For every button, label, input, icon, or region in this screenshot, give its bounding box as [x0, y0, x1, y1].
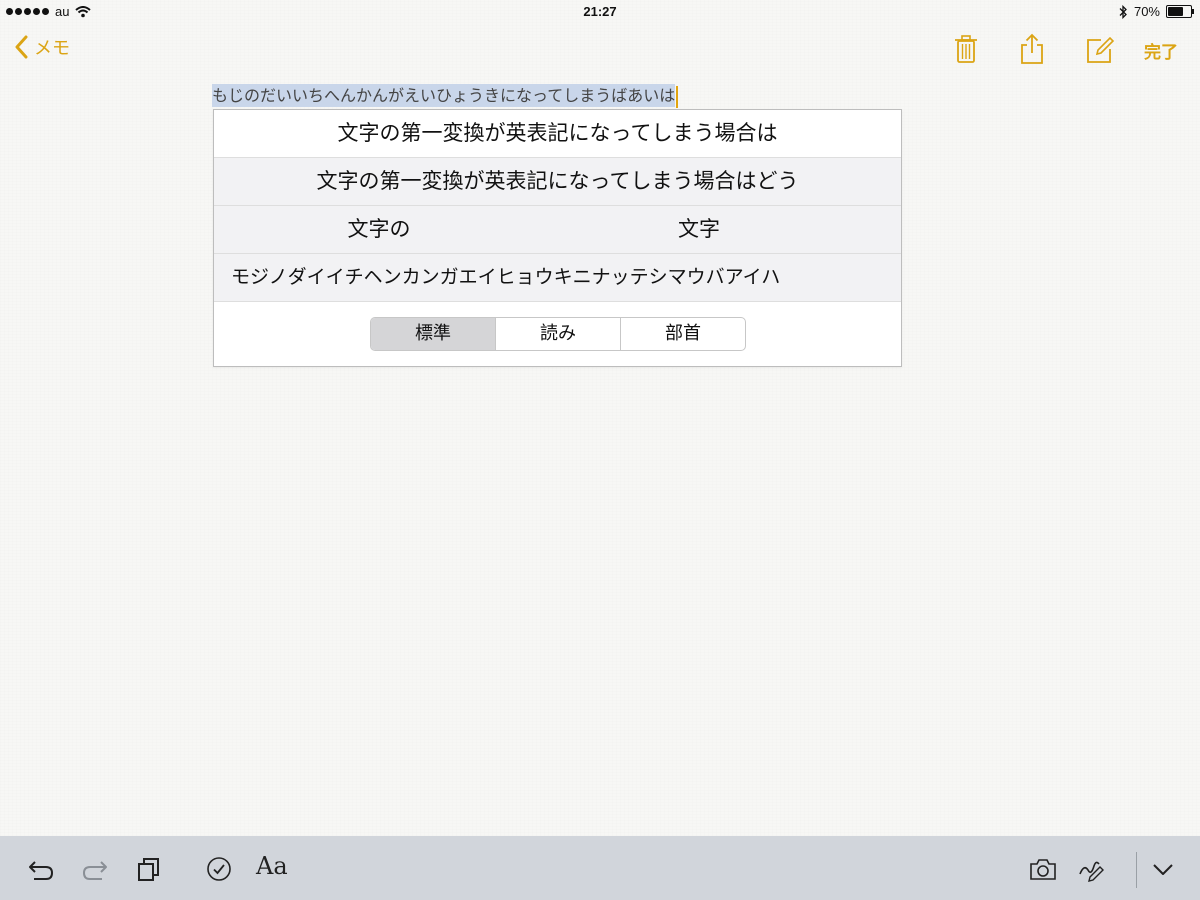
candidate-row[interactable]: 文字の第一変換が英表記になってしまう場合はどう — [214, 158, 901, 206]
copy-icon[interactable] — [134, 854, 164, 884]
done-button[interactable]: 完了 — [1144, 38, 1178, 63]
battery-icon — [1166, 5, 1194, 18]
segment-reading[interactable]: 読み — [496, 318, 621, 350]
conversion-candidates-panel: 文字の第一変換が英表記になってしまう場合は 文字の第一変換が英表記になってしまう… — [213, 109, 902, 367]
undo-icon[interactable] — [26, 854, 56, 884]
candidate-cell[interactable]: 文字 — [544, 206, 854, 253]
sketch-icon[interactable] — [1076, 854, 1106, 884]
battery-percent: 70% — [1133, 4, 1160, 19]
candidate-text: モジノダイイチヘンカンガエイヒョウキニナッテシマウバアイハ — [231, 266, 781, 288]
chevron-left-icon — [15, 35, 28, 59]
segment-standard[interactable]: 標準 — [371, 318, 496, 350]
candidate-text: 文字の第一変換が英表記になってしまう場合はどう — [316, 169, 799, 193]
candidate-cell[interactable]: 文字の — [214, 206, 544, 253]
status-right: 70% — [1118, 4, 1194, 19]
candidate-text: 文字の第一変換が英表記になってしまう場合は — [337, 121, 778, 145]
chevron-down-icon[interactable] — [1148, 854, 1178, 884]
share-icon[interactable] — [1016, 32, 1048, 66]
segment-radical[interactable]: 部首 — [621, 318, 745, 350]
bluetooth-icon — [1119, 4, 1127, 19]
candidate-sort-segmented-control: 標準 読み 部首 — [370, 317, 746, 351]
battery-level — [1168, 7, 1184, 16]
status-time: 21:27 — [583, 4, 617, 19]
camera-icon[interactable] — [1028, 854, 1058, 884]
format-button[interactable]: Aa — [256, 852, 288, 880]
toolbar-divider — [1136, 852, 1137, 888]
text-cursor — [676, 85, 679, 108]
trash-icon[interactable] — [950, 32, 982, 66]
candidate-row-split: 文字の 文字 — [214, 206, 901, 254]
compose-icon[interactable] — [1083, 32, 1115, 66]
nav-bar: メモ 完了 — [0, 26, 1200, 72]
checklist-icon[interactable] — [204, 854, 234, 884]
redo-icon[interactable] — [80, 854, 110, 884]
marked-text[interactable]: もじのだいいちへんかんがえいひょうきになってしまうばあいは — [212, 84, 676, 107]
bottom-toolbar: Aa — [0, 836, 1200, 900]
candidate-row[interactable]: モジノダイイチヘンカンガエイヒョウキニナッテシマウバアイハ — [214, 254, 901, 302]
back-button[interactable]: メモ — [14, 34, 70, 60]
candidate-row[interactable]: 文字の第一変換が英表記になってしまう場合は — [214, 110, 901, 158]
status-bar: au 21:27 70% — [0, 0, 1200, 24]
back-label: メモ — [34, 38, 70, 59]
note-text-line[interactable]: もじのだいいちへんかんがえいひょうきになってしまうばあいは — [212, 84, 679, 108]
